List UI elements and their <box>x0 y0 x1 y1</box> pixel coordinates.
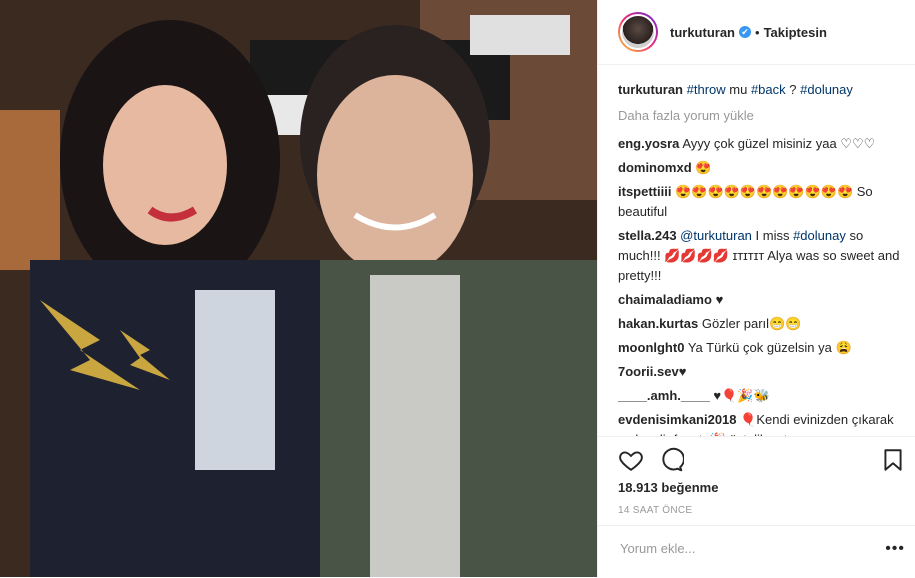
comment-user[interactable]: stella.243 <box>618 228 677 243</box>
load-more-comments[interactable]: Daha fazla yorum yükle <box>618 106 905 126</box>
post-header: turkuturan ✔ • Takiptesin <box>598 0 915 65</box>
comment-user[interactable]: 7oorii.sev <box>618 364 679 379</box>
comment-item: hakan.kurtas Gözler parıl😁😁 <box>618 314 905 334</box>
comment-user[interactable]: ____.amh.____ <box>618 388 710 403</box>
comment-user[interactable]: moonlght0 <box>618 340 684 355</box>
comment-user[interactable]: hakan.kurtas <box>618 316 698 331</box>
comment-user[interactable]: dominomxd <box>618 160 692 175</box>
comment-icon[interactable] <box>658 447 684 473</box>
heart-icon[interactable] <box>618 447 644 473</box>
comment-item: eng.yosra Ayyy çok güzel misiniz yaa ♡♡♡ <box>618 134 905 154</box>
comment-text: 😍 <box>695 160 712 175</box>
comment-item: evdenisimkani2018 🎈Kendi evinizden çıkar… <box>618 410 905 436</box>
comment-text: ♥🎈🎉🐝 <box>713 388 770 403</box>
post-photo <box>0 0 597 577</box>
more-options-icon[interactable]: ••• <box>885 540 905 558</box>
comment-user[interactable]: chaimaladiamo <box>618 292 712 307</box>
caption-user[interactable]: turkuturan <box>618 82 683 97</box>
mention-link[interactable]: @turkuturan <box>680 228 752 243</box>
likes-count[interactable]: 18.913 beğenme <box>618 480 718 495</box>
comment-item: stella.243 @turkuturan I miss #dolunay s… <box>618 226 905 286</box>
caption-text: mu <box>725 82 751 97</box>
comment-text: ♥ <box>715 292 724 307</box>
comment-item: moonlght0 Ya Türkü çok güzelsin ya 😩 <box>618 338 905 358</box>
add-comment-bar: ••• <box>598 525 915 578</box>
hashtag-link[interactable]: #throw <box>687 82 726 97</box>
verified-badge-icon: ✔ <box>739 26 751 38</box>
comment-item: ____.amh.____ ♥🎈🎉🐝 <box>618 386 905 406</box>
photo-illustration <box>0 0 597 577</box>
comment-user[interactable]: evdenisimkani2018 <box>618 412 737 427</box>
comment-item: dominomxd 😍 <box>618 158 905 178</box>
comment-item: 7oorii.sev♥ <box>618 362 905 382</box>
comment-text: I miss <box>751 228 794 243</box>
comment-text: ♥ <box>678 364 687 379</box>
comment-item: itspettiiii 😍😍😍😍😍😍😍😍😍😍😍 So beautiful <box>618 182 905 222</box>
post-timestamp[interactable]: 14 SAAT ÖNCE <box>618 505 692 516</box>
comment-user[interactable]: eng.yosra <box>618 136 679 151</box>
comments-list[interactable]: turkuturan #throw mu #back ? #dolunay Da… <box>618 80 905 436</box>
post-side-panel: turkuturan ✔ • Takiptesin turkuturan #th… <box>597 0 915 577</box>
comment-text: Gözler parıl😁😁 <box>701 316 802 331</box>
avatar[interactable] <box>618 12 658 52</box>
comment-text: Ayyy çok güzel misiniz yaa ♡♡♡ <box>682 136 876 151</box>
bookmark-icon[interactable] <box>880 447 906 473</box>
comment-user[interactable]: itspettiiii <box>618 184 671 199</box>
comment-input[interactable] <box>618 540 862 557</box>
caption: turkuturan #throw mu #back ? #dolunay <box>618 80 905 100</box>
following-button[interactable]: Takiptesin <box>764 25 827 40</box>
caption-text: ? <box>785 82 801 97</box>
separator-dot: • <box>755 24 760 40</box>
hashtag-link[interactable]: #dolunay <box>793 228 846 243</box>
comment-text: Ya Türkü çok güzelsin ya 😩 <box>687 340 852 355</box>
hashtag-link[interactable]: #dolunay <box>800 82 853 97</box>
author-username[interactable]: turkuturan <box>670 25 735 40</box>
comment-item: chaimaladiamo ♥ <box>618 290 905 310</box>
hashtag-link[interactable]: #back <box>751 82 786 97</box>
action-bar <box>598 436 915 477</box>
